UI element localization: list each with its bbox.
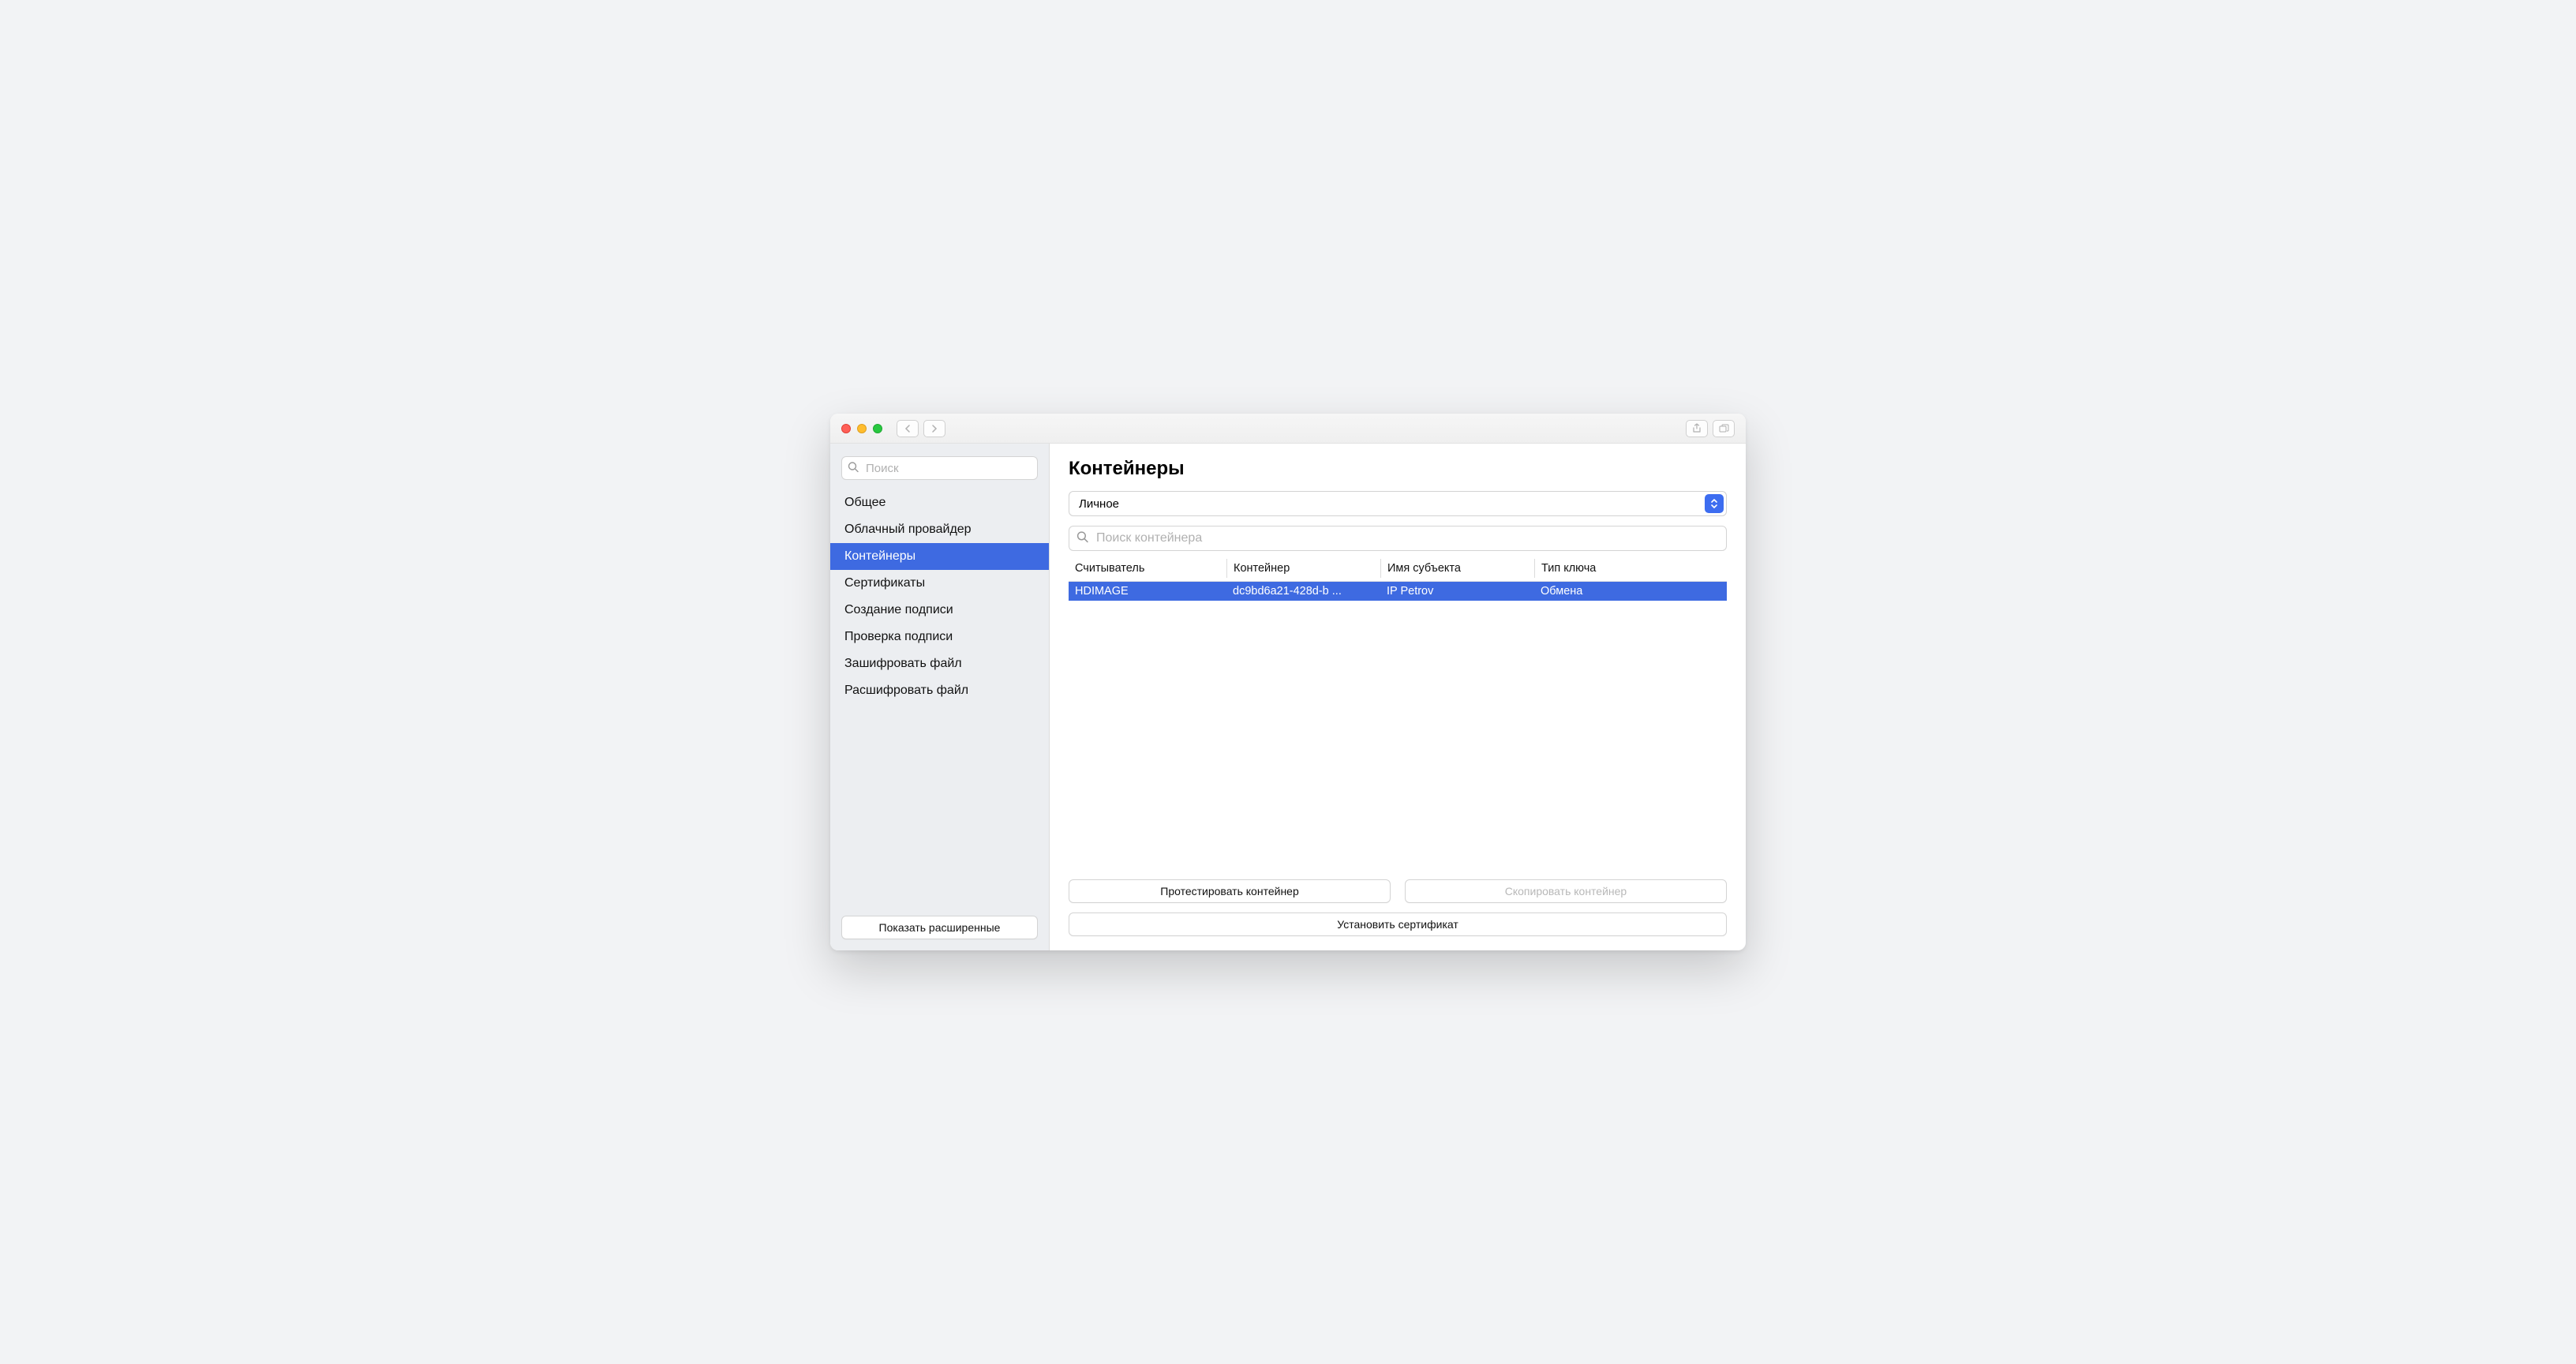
col-subject[interactable]: Имя субъекта (1380, 559, 1534, 578)
sidebar: Общее Облачный провайдер Контейнеры Серт… (830, 444, 1050, 950)
close-window-button[interactable] (841, 424, 851, 433)
copy-container-button[interactable]: Скопировать контейнер (1405, 879, 1727, 903)
chevron-right-icon (931, 425, 938, 433)
cell-subject: IP Petrov (1380, 582, 1534, 601)
nav-buttons (897, 420, 945, 437)
sidebar-item-cloud-provider[interactable]: Облачный провайдер (830, 516, 1049, 543)
share-icon (1692, 423, 1702, 433)
store-selector-value: Личное (1069, 491, 1727, 516)
search-icon (1076, 531, 1088, 546)
sidebar-search-input[interactable] (841, 456, 1038, 480)
table-body: HDIMAGE dc9bd6a21-428d-b ... IP Petrov О… (1069, 582, 1727, 870)
page-title: Контейнеры (1069, 458, 1727, 480)
cell-keytype: Обмена (1534, 582, 1727, 601)
share-button[interactable] (1686, 420, 1708, 437)
sidebar-list: Общее Облачный провайдер Контейнеры Серт… (830, 489, 1049, 916)
table-header: Считыватель Контейнер Имя субъекта Тип к… (1069, 559, 1727, 582)
main-panel: Контейнеры Личное Считыватель Контейнер … (1050, 444, 1746, 950)
col-keytype[interactable]: Тип ключа (1534, 559, 1727, 578)
up-down-chevron-icon (1705, 494, 1724, 513)
sidebar-search (841, 456, 1038, 480)
sidebar-item-general[interactable]: Общее (830, 489, 1049, 516)
action-buttons-row: Протестировать контейнер Скопировать кон… (1069, 879, 1727, 903)
table-row[interactable]: HDIMAGE dc9bd6a21-428d-b ... IP Petrov О… (1069, 582, 1727, 601)
test-container-button[interactable]: Протестировать контейнер (1069, 879, 1391, 903)
install-certificate-button[interactable]: Установить сертификат (1069, 912, 1727, 936)
fullscreen-window-button[interactable] (873, 424, 882, 433)
sidebar-item-decrypt-file[interactable]: Расшифровать файл (830, 677, 1049, 704)
install-row: Установить сертификат (1069, 912, 1727, 936)
titlebar-right-icons (1686, 420, 1735, 437)
window-body: Общее Облачный провайдер Контейнеры Серт… (830, 444, 1746, 950)
col-reader[interactable]: Считыватель (1069, 559, 1226, 578)
sidebar-item-containers[interactable]: Контейнеры (830, 543, 1049, 570)
cell-container: dc9bd6a21-428d-b ... (1226, 582, 1380, 601)
sidebar-footer: Показать расширенные (830, 916, 1049, 939)
forward-button[interactable] (923, 420, 945, 437)
sidebar-item-encrypt-file[interactable]: Зашифровать файл (830, 650, 1049, 677)
minimize-window-button[interactable] (857, 424, 867, 433)
windows-icon (1719, 424, 1729, 433)
col-container[interactable]: Контейнер (1226, 559, 1380, 578)
cell-reader: HDIMAGE (1069, 582, 1226, 601)
back-button[interactable] (897, 420, 919, 437)
containers-table: Считыватель Контейнер Имя субъекта Тип к… (1069, 559, 1727, 870)
titlebar (830, 414, 1746, 444)
sidebar-item-certificates[interactable]: Сертификаты (830, 570, 1049, 597)
window-controls (841, 424, 882, 433)
container-search-input[interactable] (1069, 526, 1727, 551)
app-window: Общее Облачный провайдер Контейнеры Серт… (830, 414, 1746, 950)
sidebar-item-verify-signature[interactable]: Проверка подписи (830, 624, 1049, 650)
container-search (1069, 526, 1727, 551)
show-advanced-button[interactable]: Показать расширенные (841, 916, 1038, 939)
search-icon (848, 462, 859, 475)
sidebar-item-create-signature[interactable]: Создание подписи (830, 597, 1049, 624)
windows-button[interactable] (1713, 420, 1735, 437)
store-selector[interactable]: Личное (1069, 491, 1727, 516)
chevron-left-icon (904, 425, 911, 433)
